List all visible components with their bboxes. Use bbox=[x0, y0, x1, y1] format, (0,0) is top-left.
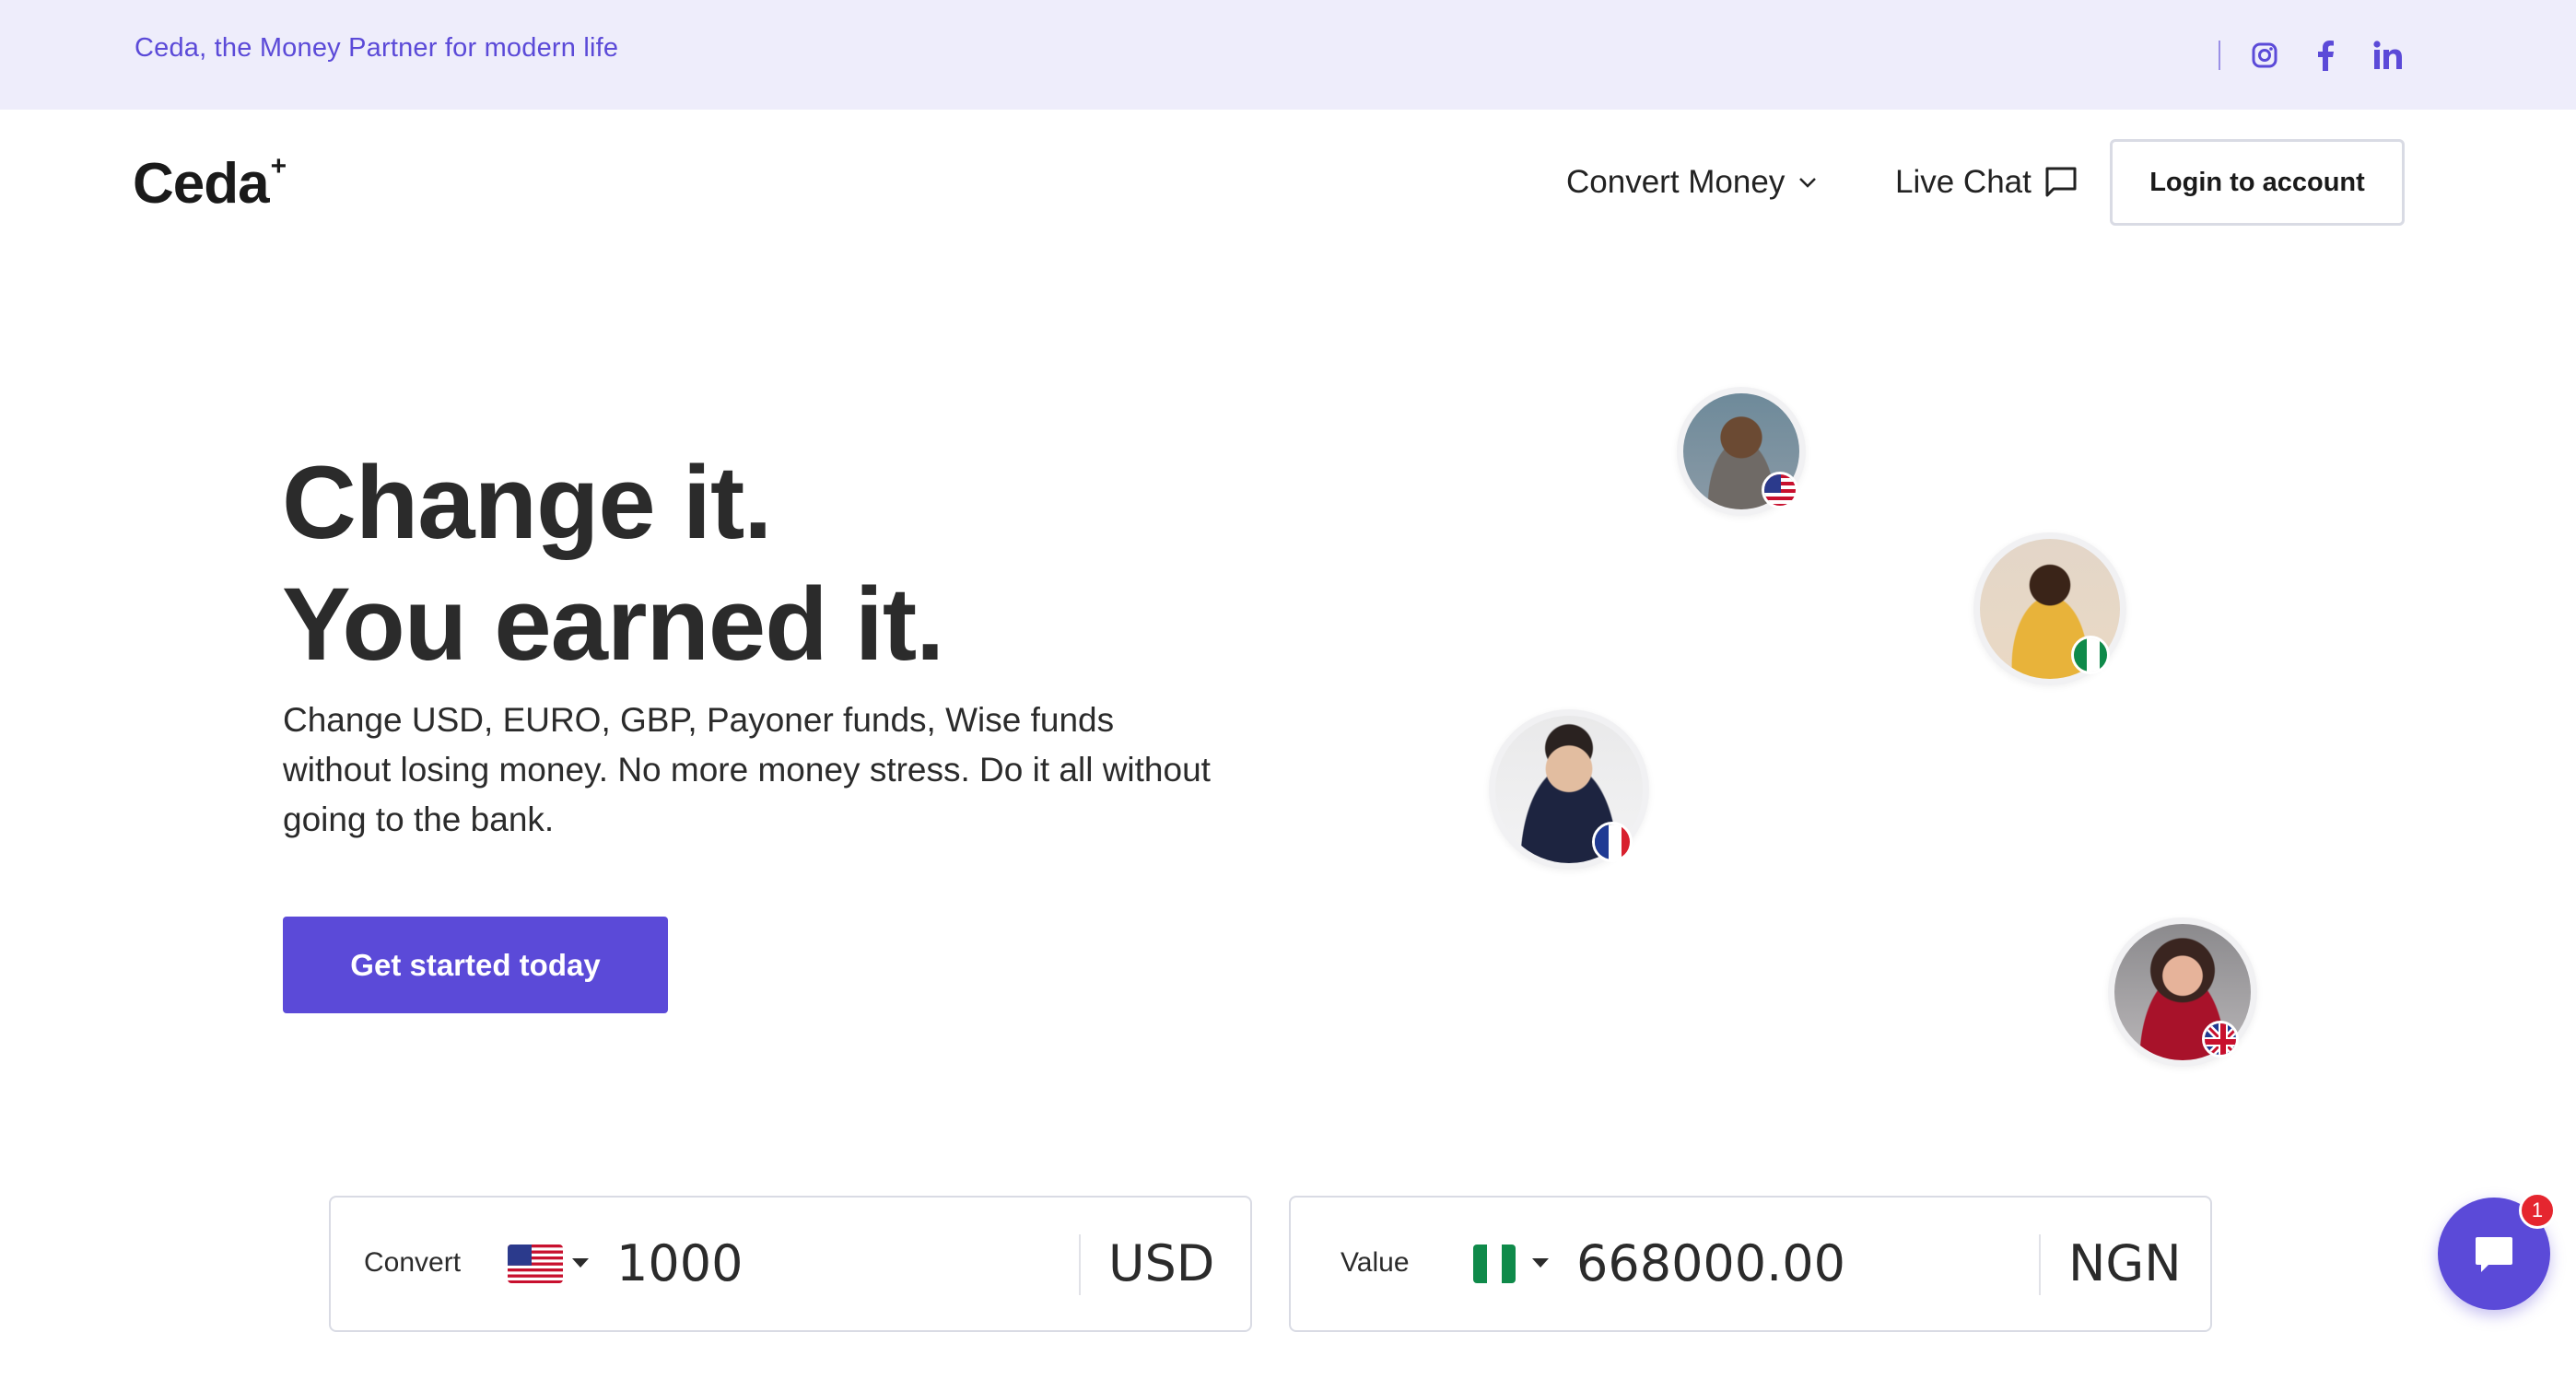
convert-from-box: Convert USD bbox=[329, 1196, 1252, 1332]
nav-convert-money-label: Convert Money bbox=[1566, 164, 1786, 200]
convert-label: Convert bbox=[364, 1247, 462, 1278]
announcement-bar: Ceda, the Money Partner for modern life bbox=[0, 0, 2576, 110]
hero-title-line2: You earned it. bbox=[282, 567, 944, 682]
topbar-divider bbox=[2219, 41, 2220, 70]
hero-title-line1: Change it. bbox=[282, 445, 772, 560]
ng-flag-icon bbox=[2071, 636, 2110, 674]
tagline: Ceda, the Money Partner for modern life bbox=[135, 33, 619, 63]
currency-dropdown-icon[interactable] bbox=[572, 1258, 589, 1268]
instagram-icon[interactable] bbox=[2244, 35, 2285, 76]
hero-title: Change it. You earned it. bbox=[282, 442, 944, 685]
avatar-ng-woman bbox=[1973, 532, 2126, 685]
value-amount-input[interactable] bbox=[1576, 1234, 2019, 1292]
chevron-down-icon bbox=[1799, 178, 1817, 188]
divider bbox=[2039, 1234, 2041, 1295]
hero-subtitle: Change USD, EURO, GBP, Payoner funds, Wi… bbox=[283, 701, 1211, 838]
us-flag-icon bbox=[1762, 472, 1798, 508]
currency-dropdown-icon[interactable] bbox=[1532, 1258, 1549, 1268]
nav-live-chat[interactable]: Live Chat bbox=[1895, 161, 2078, 204]
facebook-icon[interactable] bbox=[2305, 35, 2346, 76]
avatar-us-man bbox=[1677, 387, 1806, 516]
avatar-fr-man bbox=[1489, 709, 1649, 870]
nav-convert-money[interactable]: Convert Money bbox=[1566, 161, 1818, 204]
value-currency: NGN bbox=[2068, 1234, 2182, 1292]
convert-to-box: Value NGN bbox=[1289, 1196, 2212, 1332]
convert-currency: USD bbox=[1108, 1234, 1215, 1292]
divider bbox=[1079, 1234, 1081, 1295]
chat-icon bbox=[2045, 167, 2077, 197]
logo[interactable]: Ceda+ bbox=[133, 151, 287, 216]
chat-bubble-icon bbox=[2476, 1237, 2512, 1272]
notification-badge: 1 bbox=[2519, 1192, 2556, 1229]
convert-amount-input[interactable] bbox=[616, 1234, 1059, 1292]
nav-live-chat-label: Live Chat bbox=[1895, 164, 2032, 200]
value-label: Value bbox=[1341, 1247, 1410, 1278]
us-flag-icon[interactable] bbox=[508, 1245, 563, 1283]
uk-flag-icon bbox=[2202, 1021, 2239, 1058]
linkedin-icon[interactable] bbox=[2368, 35, 2408, 76]
get-started-button[interactable]: Get started today bbox=[283, 917, 668, 1013]
logo-mark: + bbox=[270, 151, 287, 182]
fr-flag-icon bbox=[1592, 822, 1633, 862]
ng-flag-icon[interactable] bbox=[1473, 1245, 1516, 1283]
login-button[interactable]: Login to account bbox=[2110, 139, 2405, 226]
avatar-uk-woman bbox=[2108, 917, 2257, 1067]
logo-text: Ceda bbox=[133, 152, 270, 216]
